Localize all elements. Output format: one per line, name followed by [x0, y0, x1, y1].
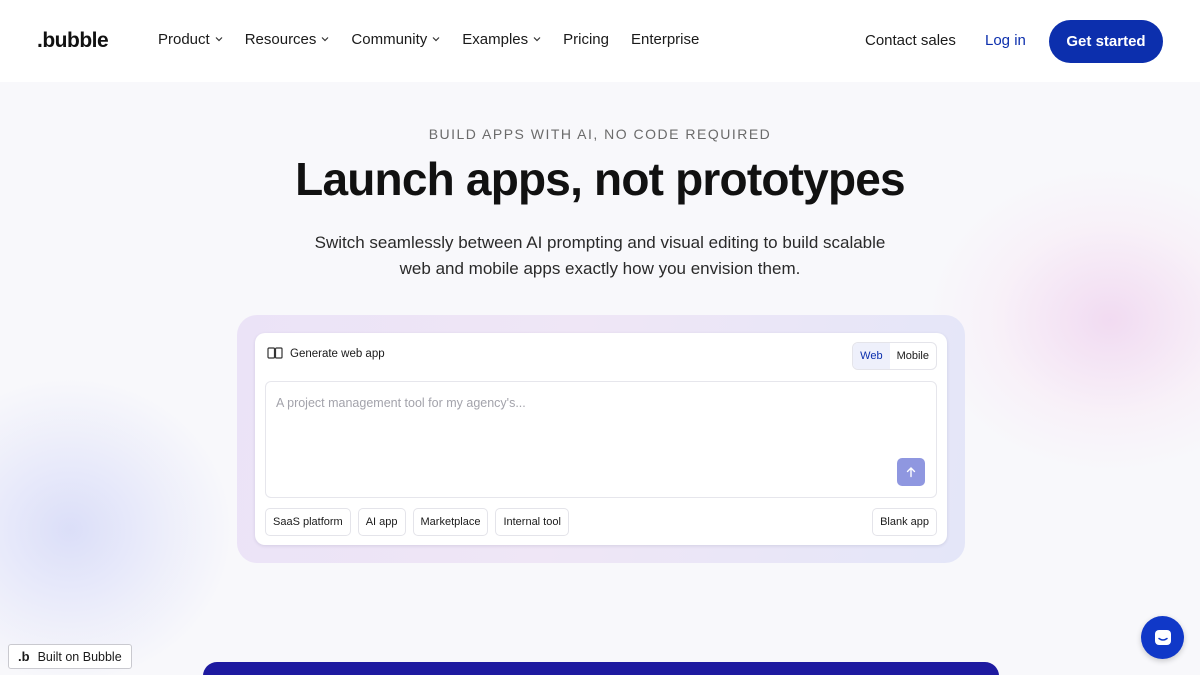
nav-item-pricing[interactable]: Pricing	[563, 31, 609, 48]
background-gradient-right	[930, 170, 1200, 470]
book-icon	[267, 347, 283, 359]
chevron-down-icon	[533, 36, 541, 41]
built-on-bubble-badge[interactable]: .b Built on Bubble	[8, 644, 132, 669]
chat-icon	[1154, 629, 1171, 645]
next-section-band	[203, 662, 999, 675]
prompt-input[interactable]: A project management tool for my agency'…	[265, 381, 937, 498]
chevron-down-icon	[321, 36, 329, 41]
built-on-label: Built on Bubble	[37, 649, 122, 664]
nav-item-label: Resources	[244, 31, 317, 48]
main-nav: Product Resources Community Examples Pri…	[158, 31, 721, 48]
bubble-logo[interactable]: .bubble	[37, 29, 109, 53]
hero-eyebrow: BUILD APPS WITH AI, NO CODE REQUIRED	[428, 126, 772, 142]
chip-internal-tool[interactable]: Internal tool	[495, 508, 569, 536]
nav-item-resources[interactable]: Resources	[245, 31, 330, 48]
platform-toggle: Web Mobile	[852, 342, 937, 370]
arrow-up-icon	[906, 467, 916, 478]
toggle-mobile[interactable]: Mobile	[890, 343, 936, 369]
login-link[interactable]: Log in	[985, 32, 1026, 49]
nav-item-enterprise[interactable]: Enterprise	[631, 31, 699, 48]
nav-item-label: Enterprise	[630, 31, 700, 48]
chip-marketplace[interactable]: Marketplace	[412, 508, 489, 536]
chevron-down-icon	[432, 36, 440, 41]
nav-item-community[interactable]: Community	[351, 31, 440, 48]
background-gradient-left	[0, 380, 230, 675]
suggestion-chips: SaaS platform AI app Marketplace Interna…	[265, 508, 576, 536]
nav-item-label: Examples	[462, 31, 529, 48]
nav-item-label: Pricing	[563, 31, 609, 48]
chip-ai-app[interactable]: AI app	[357, 508, 406, 536]
contact-sales-link[interactable]: Contact sales	[865, 32, 956, 49]
nav-item-label: Product	[158, 31, 210, 48]
hero-headline: Launch apps, not prototypes	[295, 153, 905, 205]
prompt-placeholder: A project management tool for my agency'…	[276, 396, 526, 410]
page: .bubble Product Resources Community Exam…	[0, 0, 1200, 675]
nav-item-product[interactable]: Product	[158, 31, 223, 48]
chevron-down-icon	[215, 36, 223, 41]
blank-app-button[interactable]: Blank app	[872, 508, 937, 536]
hero-subhead: Switch seamlessly between AI prompting a…	[314, 233, 886, 278]
app-generator-card: Generate web app Web Mobile A project ma…	[255, 333, 947, 545]
site-header: .bubble Product Resources Community Exam…	[0, 0, 1200, 82]
chat-launcher-button[interactable]	[1141, 616, 1184, 659]
generator-title: Generate web app	[267, 347, 385, 360]
bubble-b-icon: .b	[18, 649, 30, 664]
submit-prompt-button[interactable]	[897, 458, 925, 486]
generator-title-label: Generate web app	[290, 347, 385, 360]
nav-item-examples[interactable]: Examples	[462, 31, 541, 48]
toggle-web[interactable]: Web	[853, 343, 890, 369]
get-started-button[interactable]: Get started	[1049, 20, 1163, 63]
nav-item-label: Community	[351, 31, 428, 48]
chip-saas-platform[interactable]: SaaS platform	[265, 508, 351, 536]
